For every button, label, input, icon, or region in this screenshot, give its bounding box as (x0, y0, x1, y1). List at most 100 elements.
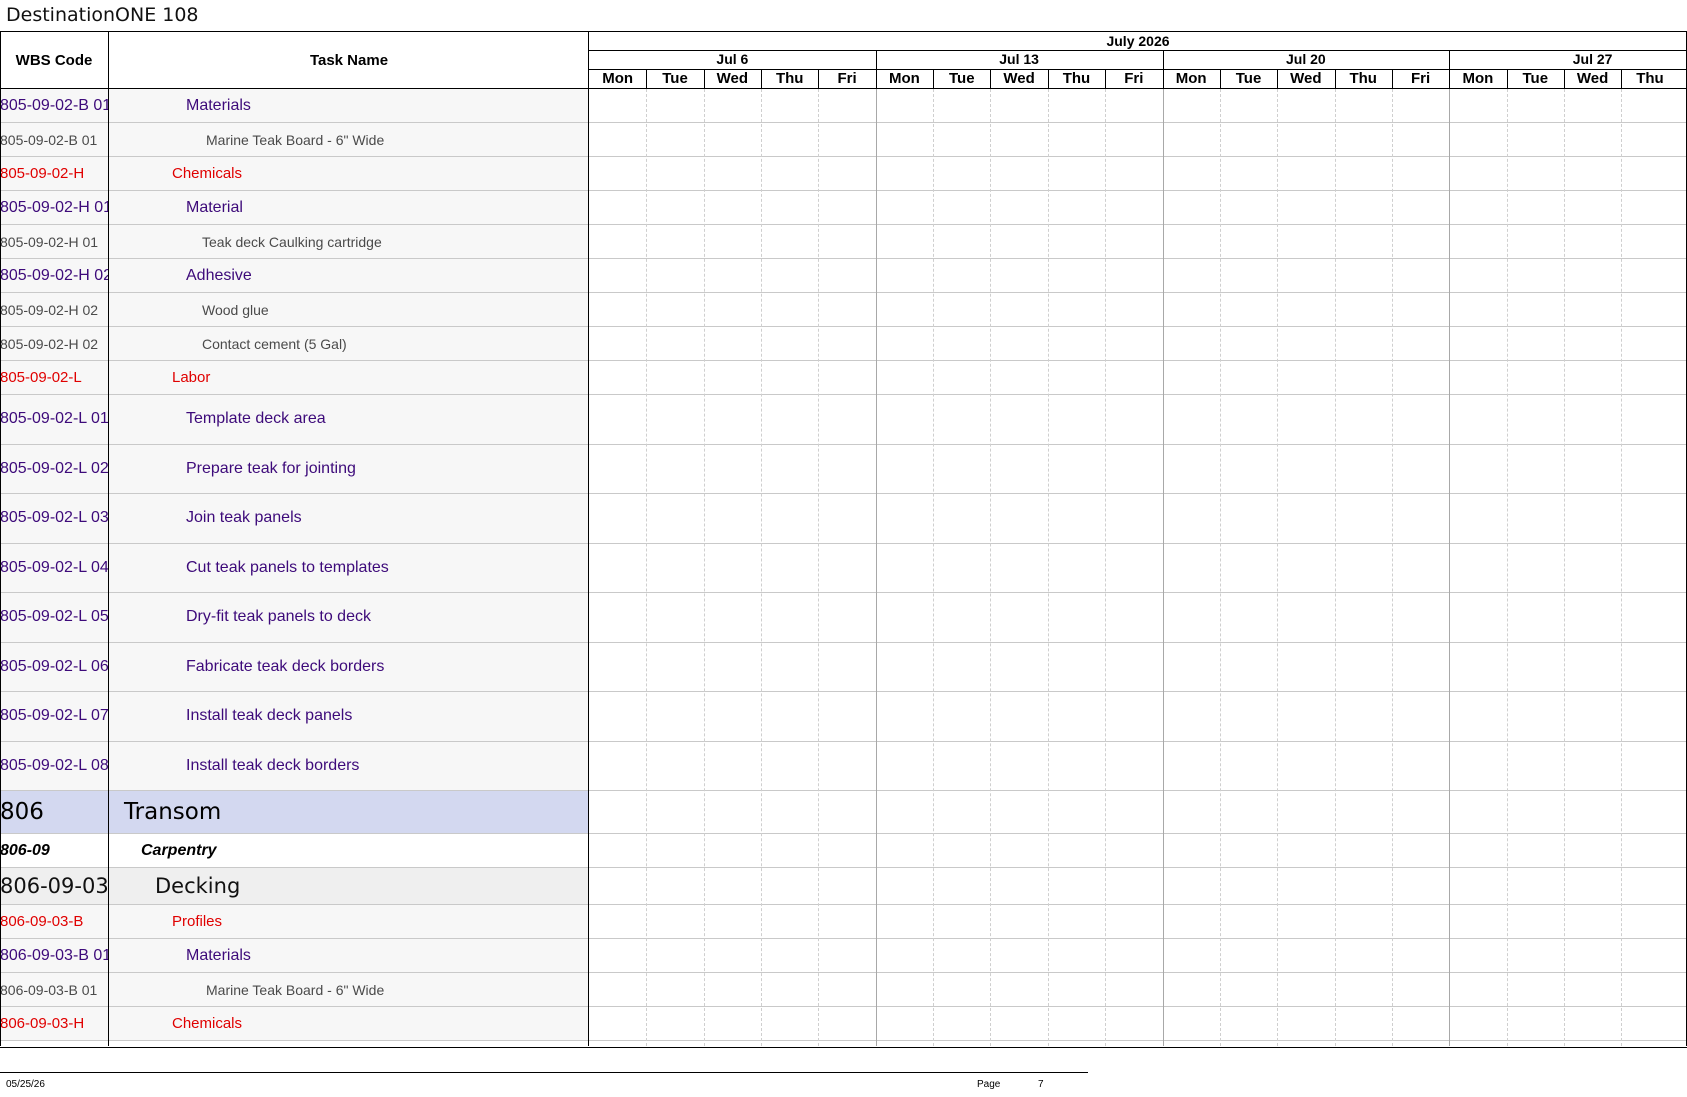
wbs-code-cell: 805-09-02-L (0, 369, 82, 386)
task-row[interactable]: 805-09-02-L 08 Install teak deck borders (0, 741, 589, 791)
timeline-row[interactable] (589, 157, 1687, 191)
day-divider (1507, 69, 1508, 88)
task-row[interactable]: 805-09-02-H 01 Teak deck Caulking cartrid… (0, 225, 589, 259)
day-header: Wed (716, 70, 749, 87)
wbs-code-cell: 805-09-02-H 02 (0, 335, 99, 352)
timeline-row[interactable] (589, 939, 1687, 973)
timeline-row[interactable] (589, 791, 1687, 834)
week-divider (1449, 50, 1450, 69)
task-row[interactable]: 806-09-03-B Profiles (0, 905, 589, 939)
left-border (0, 32, 1, 1046)
wbs-code-cell: 805-09-02-L 08 (0, 756, 108, 774)
task-row[interactable]: 805-09-02-B 01 Marine Teak Board - 6" Wid… (0, 123, 589, 157)
task-row[interactable]: 805-09-02-L 02 Prepare teak for jointing (0, 444, 589, 494)
task-row[interactable]: 805-09-02-L 04 Cut teak panels to templat… (0, 543, 589, 593)
task-name-cell: Adhesive (186, 266, 252, 284)
task-row[interactable]: 806-09-03-H Chemicals (0, 1007, 589, 1041)
day-gridline (990, 89, 991, 1046)
day-divider (1449, 69, 1450, 88)
task-row[interactable]: 805-09-02-L 03 Join teak panels (0, 494, 589, 544)
day-divider (1277, 69, 1278, 88)
task-name-cell: Teak deck Caulking cartridge (202, 233, 382, 250)
day-divider (1220, 69, 1221, 88)
wbs-code-cell: 805-09-02-H 01 (0, 198, 108, 216)
day-gridline (1564, 89, 1565, 1046)
timeline-row[interactable] (589, 643, 1687, 692)
task-row[interactable]: 806-09-03-B 01 Marine Teak Board - 6" Wid… (0, 973, 589, 1007)
task-row[interactable]: 806-09 Carpentry (0, 834, 589, 868)
timeline-row[interactable] (589, 395, 1687, 445)
task-row[interactable]: 805-09-02-L Labor (0, 361, 589, 395)
month-header: July 2026 (1106, 33, 1170, 49)
task-row[interactable]: 805-09-02-H 01 Material (0, 191, 589, 225)
task-row[interactable]: 806-09-03-B 01 Materials (0, 939, 589, 973)
day-gridline (1163, 89, 1164, 1046)
wbs-code-cell: 805-09-02-B 01 (0, 96, 108, 114)
timeline-row[interactable] (589, 868, 1687, 905)
wbs-code-cell: 805-09-02-B 01 (0, 131, 98, 148)
task-name-header[interactable]: Task Name (109, 32, 589, 88)
document-title: DestinationONE 108 (6, 4, 199, 26)
wbs-code-cell: 805-09-02-L 06 (0, 657, 108, 675)
task-name-cell: Contact cement (5 Gal) (202, 335, 347, 352)
day-header: Tue (1522, 70, 1549, 87)
task-row[interactable]: 805-09-02-L 06 Fabricate teak deck border… (0, 642, 589, 692)
timeline-row[interactable] (589, 445, 1687, 494)
timeline-row[interactable] (589, 191, 1687, 225)
timeline-row[interactable] (589, 692, 1687, 742)
task-row[interactable]: 805-09-02-H 02 Wood glue (0, 293, 589, 327)
task-name-cell: Transom (124, 799, 222, 825)
footer-date: 05/25/26 (6, 1079, 45, 1090)
timeline-row[interactable] (589, 905, 1687, 939)
timeline-row[interactable] (589, 742, 1687, 791)
timeline-row[interactable] (589, 361, 1687, 395)
task-name-cell: Install teak deck borders (186, 756, 360, 774)
day-header: Thu (1062, 70, 1091, 87)
day-divider (704, 69, 705, 88)
wbs-code-header[interactable]: WBS Code (0, 32, 108, 88)
day-divider (933, 69, 934, 88)
timeline-row[interactable] (589, 225, 1687, 259)
timeline-row[interactable] (589, 494, 1687, 544)
task-name-cell: Template deck area (186, 410, 326, 428)
task-row[interactable]: 805-09-02-B 01 Materials (0, 89, 589, 123)
timeline-row[interactable] (589, 593, 1687, 643)
day-divider (646, 69, 647, 88)
timeline-row[interactable] (589, 293, 1687, 327)
timeline-row[interactable] (589, 89, 1687, 123)
wbs-code-cell: 806-09-03-B (0, 913, 84, 930)
timeline-row[interactable] (589, 973, 1687, 1007)
day-divider (1621, 69, 1622, 88)
task-row[interactable]: 805-09-02-H 02 Adhesive (0, 259, 589, 293)
timeline-row[interactable] (589, 327, 1687, 361)
task-name-cell: Marine Teak Board - 6" Wide (206, 981, 385, 998)
timeline-row[interactable] (589, 1007, 1687, 1041)
day-gridline (1220, 89, 1221, 1046)
day-header: Mon (1175, 70, 1207, 87)
timeline-row[interactable] (589, 123, 1687, 157)
task-row[interactable]: 805-09-02-L 01 Template deck area (0, 395, 589, 445)
task-name-cell: Join teak panels (186, 509, 302, 527)
task-row[interactable]: 805-09-02-L 05 Dry-fit teak panels to dec… (0, 593, 589, 643)
timeline-row[interactable] (589, 544, 1687, 593)
task-row[interactable]: 805-09-02-H 02 Contact cement (5 Gal) (0, 327, 589, 361)
day-gridline (1392, 89, 1393, 1046)
week-divider (876, 50, 877, 69)
day-header: Fri (1124, 70, 1144, 87)
day-divider (761, 69, 762, 88)
task-name-cell: Materials (186, 946, 251, 964)
timeline-row[interactable] (589, 259, 1687, 293)
timeline-row[interactable] (589, 834, 1687, 868)
column-divider (588, 32, 589, 1046)
task-row[interactable]: 806-09-03 Decking (0, 868, 589, 905)
task-row[interactable]: 805-09-02-H Chemicals (0, 157, 589, 191)
day-gridline (1048, 89, 1049, 1046)
week-divider (1163, 50, 1164, 69)
task-name-cell: Decking (155, 874, 241, 898)
task-row[interactable]: 806 Transom (0, 791, 589, 834)
task-row[interactable]: 805-09-02-L 07 Install teak deck panels (0, 692, 589, 742)
day-header: Tue (662, 70, 688, 87)
task-name-cell: Marine Teak Board - 6" Wide (206, 131, 385, 148)
week-header: Jul 27 (1572, 51, 1613, 67)
day-header: Wed (1290, 70, 1322, 87)
